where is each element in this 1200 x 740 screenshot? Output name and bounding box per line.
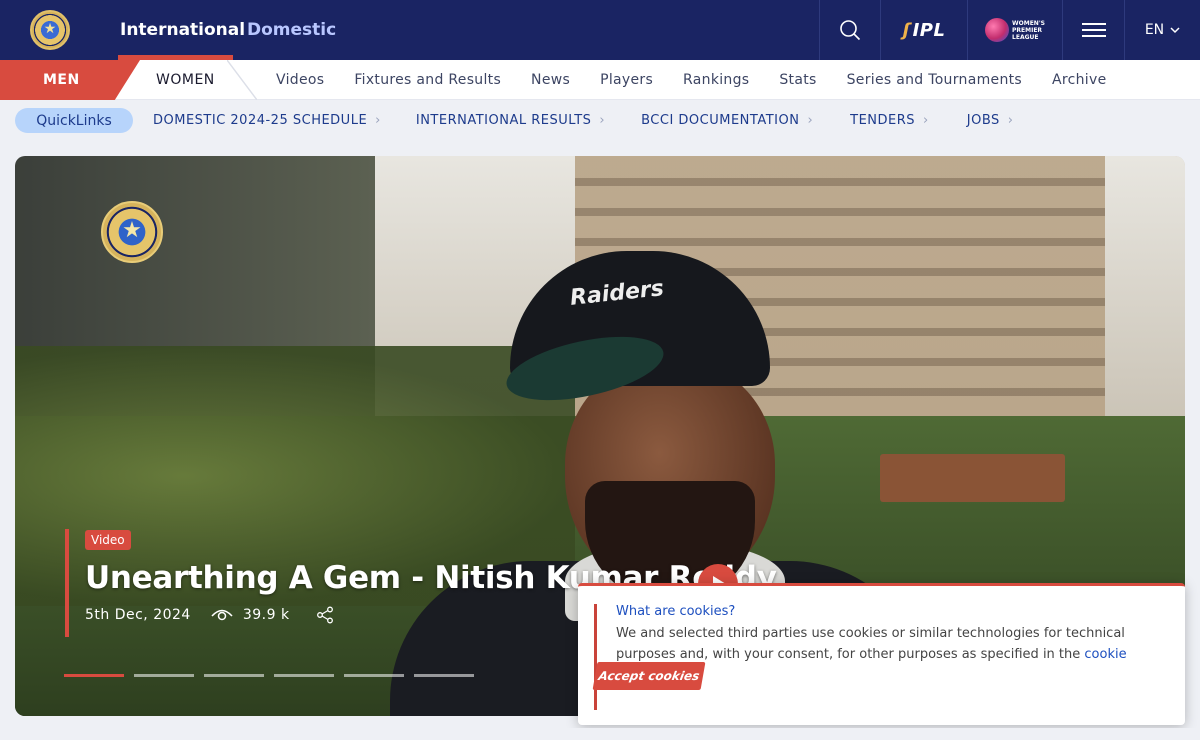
subnav-rankings[interactable]: Rankings: [683, 72, 749, 88]
gender-tab-women[interactable]: WOMEN: [156, 60, 215, 100]
language-selector[interactable]: EN: [1124, 0, 1200, 60]
subnav-news[interactable]: News: [531, 72, 570, 88]
quicklink-label: BCCI DOCUMENTATION: [641, 112, 800, 128]
subnav-links: Videos Fixtures and Results News Players…: [276, 60, 1136, 100]
accept-cookies-button[interactable]: Accept cookies: [592, 662, 706, 690]
quicklink-domestic-schedule[interactable]: DOMESTIC 2024-25 SCHEDULE ›: [153, 113, 381, 128]
subnav-fixtures-results[interactable]: Fixtures and Results: [354, 72, 501, 88]
ipl-logo-text: IPL: [912, 19, 946, 41]
cookie-banner: What are cookies? We and selected third …: [578, 583, 1185, 725]
carousel-dot-1[interactable]: [64, 674, 124, 677]
header-actions: ʃ IPL WOMEN'S PREMIER LEAGUE EN: [819, 0, 1200, 60]
wpl-link[interactable]: WOMEN'S PREMIER LEAGUE: [967, 0, 1062, 60]
gender-divider: [227, 60, 257, 100]
secondary-nav: MEN WOMEN Videos Fixtures and Results Ne…: [0, 60, 1200, 100]
subnav-players[interactable]: Players: [600, 72, 653, 88]
carousel-indicators: [64, 674, 474, 677]
wpl-logo-line-2: PREMIER: [1012, 26, 1043, 34]
carousel-dot-4[interactable]: [274, 674, 334, 677]
quicklinks-list: DOMESTIC 2024-25 SCHEDULE › INTERNATIONAL…: [153, 100, 1013, 140]
menu-icon: [1081, 23, 1106, 37]
cookie-title[interactable]: What are cookies?: [616, 604, 1164, 619]
subnav-videos[interactable]: Videos: [276, 72, 324, 88]
wpl-logo-line-1: WOMEN'S: [1012, 19, 1045, 27]
quicklink-label: JOBS: [966, 112, 1000, 128]
chevron-right-icon: ›: [1007, 112, 1014, 128]
hero-date: 5th Dec, 2024: [85, 607, 191, 623]
wpl-ball-icon: [985, 18, 1010, 42]
carousel-dot-6[interactable]: [414, 674, 474, 677]
tab-domestic-label: Domestic: [247, 20, 337, 40]
carousel-dot-2[interactable]: [134, 674, 194, 677]
subnav-stats[interactable]: Stats: [779, 72, 816, 88]
subnav-series-tournaments[interactable]: Series and Tournaments: [847, 72, 1022, 88]
carousel-dot-3[interactable]: [204, 674, 264, 677]
quicklink-tenders[interactable]: TENDERS ›: [850, 113, 929, 128]
quicklink-international-results[interactable]: INTERNATIONAL RESULTS ›: [416, 113, 605, 128]
cookie-text-body: We and selected third parties use cookie…: [616, 626, 1125, 662]
page-bottom: [0, 728, 1200, 740]
hero-views-count: 39.9 k: [242, 607, 290, 623]
chevron-right-icon: ›: [807, 112, 814, 128]
bcci-logo: [30, 10, 70, 50]
quicklinks-button[interactable]: QuickLinks: [15, 108, 133, 133]
quicklink-label: TENDERS: [850, 112, 916, 128]
ipl-link[interactable]: ʃ IPL: [880, 0, 967, 60]
chevron-right-icon: ›: [923, 112, 929, 128]
tab-international[interactable]: International: [100, 0, 245, 60]
bcci-logo-link[interactable]: [0, 0, 100, 60]
wpl-logo-line-3: LEAGUE: [1012, 33, 1039, 41]
cookie-content: What are cookies? We and selected third …: [594, 604, 1164, 710]
subnav-archive[interactable]: Archive: [1052, 72, 1106, 88]
quicklink-label: INTERNATIONAL RESULTS: [415, 112, 592, 128]
hero-views: 39.9 k: [211, 607, 290, 623]
menu-button[interactable]: [1062, 0, 1124, 60]
gender-tab-men-label: MEN: [43, 72, 80, 88]
quicklink-jobs[interactable]: JOBS ›: [967, 113, 1014, 128]
gender-tab-women-label: WOMEN: [156, 72, 215, 88]
top-header: International Domestic ʃIPL WOMEN'S PREM…: [0, 0, 1200, 60]
ipl-logo: ʃ IPL: [902, 19, 946, 41]
quicklink-bcci-documentation[interactable]: BCCI DOCUMENTATION ›: [641, 113, 813, 128]
language-label: EN: [1144, 22, 1165, 38]
chevron-down-icon: [1170, 27, 1180, 34]
tab-international-label: International: [120, 20, 246, 40]
video-badge: Video: [85, 530, 131, 550]
eye-icon: [211, 609, 233, 621]
carousel-dot-5[interactable]: [344, 674, 404, 677]
search-icon: [840, 20, 861, 41]
share-icon[interactable]: [316, 606, 334, 624]
chevron-right-icon: ›: [599, 112, 606, 128]
gender-tab-men[interactable]: MEN: [0, 60, 140, 100]
search-button[interactable]: [819, 0, 880, 60]
chevron-right-icon: ›: [375, 112, 381, 128]
bcci-watermark-logo: [101, 201, 163, 263]
quicklink-label: DOMESTIC 2024-25 SCHEDULE: [153, 112, 368, 128]
tab-domestic[interactable]: Domestic: [233, 0, 336, 60]
wpl-logo: WOMEN'S PREMIER LEAGUE: [985, 18, 1045, 42]
quicklinks-bar: QuickLinks DOMESTIC 2024-25 SCHEDULE › IN…: [0, 100, 1200, 140]
